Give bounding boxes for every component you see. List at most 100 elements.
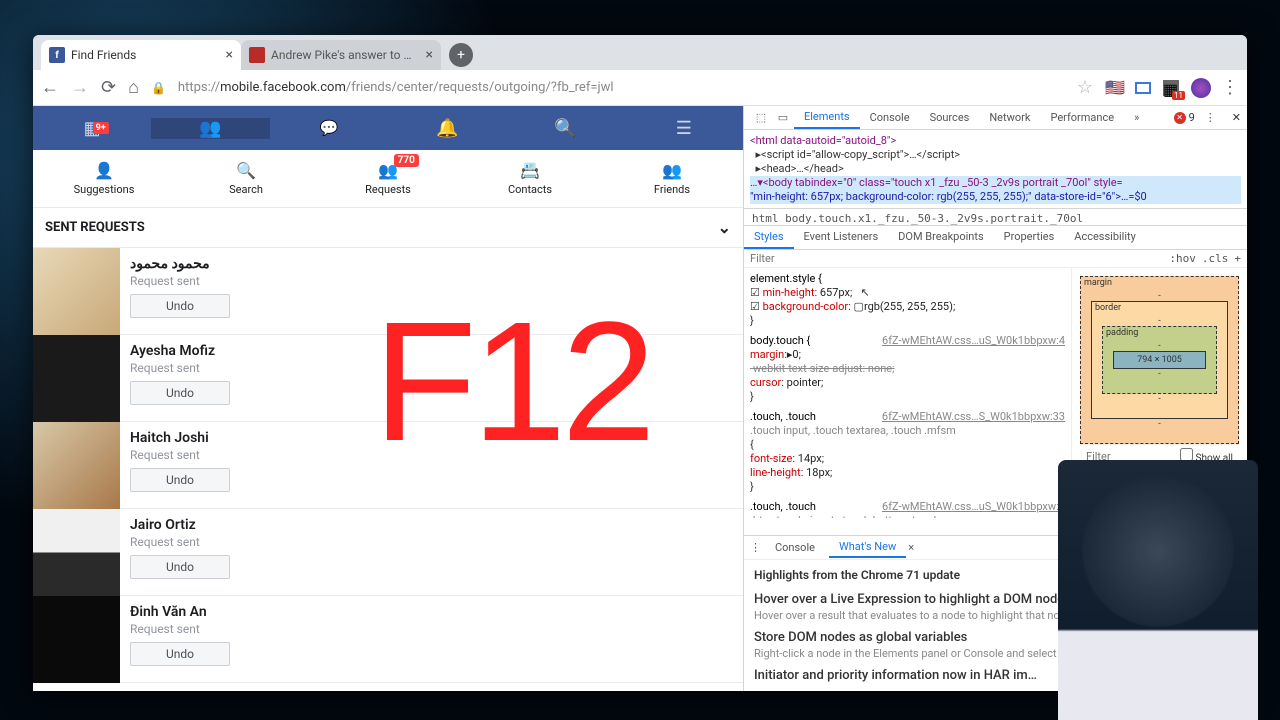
drawer-tab-console[interactable]: Console xyxy=(765,538,825,557)
search-icon: 🔍 xyxy=(554,118,576,139)
flag-extension-icon[interactable]: 🇺🇸 xyxy=(1105,78,1125,98)
tab-properties[interactable]: Properties xyxy=(994,226,1065,249)
back-button[interactable]: ← xyxy=(41,77,59,98)
subnav-search[interactable]: 🔍Search xyxy=(175,150,317,207)
facebook-favicon-icon: f xyxy=(49,47,65,63)
tab-elements[interactable]: Elements xyxy=(794,106,860,129)
drawer-tab-whats-new[interactable]: What's New xyxy=(829,537,906,558)
close-devtools-icon[interactable]: ✕ xyxy=(1232,111,1241,124)
tab-styles[interactable]: Styles xyxy=(744,226,794,249)
tab-find-friends[interactable]: f Find Friends × xyxy=(41,40,241,70)
page-viewport: ▦ 9+ 👥 💬 🔔 🔍 ☰ 👤Suggestions 🔍Search 👥770… xyxy=(33,106,743,691)
request-row: Đinh Văn An Request sent Undo xyxy=(33,596,743,683)
feed-badge: 9+ xyxy=(93,122,109,134)
subnav-suggestions[interactable]: 👤Suggestions xyxy=(33,150,175,207)
fb-search-button[interactable]: 🔍 xyxy=(506,118,624,139)
friend-name[interactable]: Jairo Ortiz xyxy=(130,517,230,533)
status-text: Request sent xyxy=(130,622,230,636)
tab-event-listeners[interactable]: Event Listeners xyxy=(794,226,889,249)
lock-icon[interactable]: 🔒 xyxy=(151,81,166,95)
subnav-friends[interactable]: 👥Friends xyxy=(601,150,743,207)
breadcrumb[interactable]: html body.touch.x1._fzu._50-3._2v9s.port… xyxy=(744,209,1247,226)
devtools-toolbar: ⬚ ▭ Elements Console Sources Network Per… xyxy=(744,106,1247,130)
selected-node[interactable]: …▾<body tabindex="0" class="touch x1 _fz… xyxy=(750,176,1241,204)
friends-icon: 👥 xyxy=(199,118,221,139)
tab-console[interactable]: Console xyxy=(860,107,920,128)
device-mode-icon[interactable]: ▭ xyxy=(772,111,794,124)
dom-tree[interactable]: <html data-autoid="autoid_8"> ▸<script i… xyxy=(744,130,1247,209)
friend-name[interactable]: Haitch Joshi xyxy=(130,430,230,446)
request-row: Ayesha Mofiz Request sent Undo xyxy=(33,335,743,422)
undo-button[interactable]: Undo xyxy=(130,555,230,579)
error-indicator[interactable]: ✕9 xyxy=(1174,111,1195,124)
element-picker-icon[interactable]: ⬚ xyxy=(750,111,772,124)
bookmark-star-icon[interactable]: ☆ xyxy=(1077,77,1093,98)
chrome-menu-icon[interactable]: ⋮ xyxy=(1221,77,1239,98)
tab-sources[interactable]: Sources xyxy=(920,107,980,128)
avatar[interactable] xyxy=(33,248,120,335)
fb-feed-button[interactable]: ▦ 9+ xyxy=(33,118,151,139)
request-row: Jairo Ortiz Request sent Undo xyxy=(33,509,743,596)
hamburger-icon: ☰ xyxy=(676,118,692,139)
status-text: Request sent xyxy=(130,448,230,462)
webcam-overlay xyxy=(1058,460,1258,720)
sent-requests-header[interactable]: SENT REQUESTS ⌄ xyxy=(33,208,743,248)
subnav-contacts[interactable]: 📇Contacts xyxy=(459,150,601,207)
avatar[interactable] xyxy=(33,422,120,509)
undo-button[interactable]: Undo xyxy=(130,294,230,318)
status-text: Request sent xyxy=(130,274,230,288)
filter-input[interactable] xyxy=(750,252,1163,265)
tab-dom-breakpoints[interactable]: DOM Breakpoints xyxy=(888,226,993,249)
tabs-overflow[interactable]: » xyxy=(1124,107,1149,128)
blocker-extension-icon[interactable]: ▦ 11 xyxy=(1161,78,1181,98)
drawer-menu-icon[interactable]: ⋮ xyxy=(750,541,761,554)
close-tab-icon[interactable]: × xyxy=(426,47,433,63)
messenger-icon: 💬 xyxy=(319,119,338,137)
tab-title: Andrew Pike's answer to How to xyxy=(271,48,420,62)
tab-accessibility[interactable]: Accessibility xyxy=(1064,226,1146,249)
home-button[interactable]: ⌂ xyxy=(128,77,139,98)
forward-button[interactable]: → xyxy=(71,77,89,98)
tab-quora[interactable]: Andrew Pike's answer to How to × xyxy=(241,40,441,70)
fb-notifications-button[interactable]: 🔔 xyxy=(388,118,506,139)
panel-extension-icon[interactable] xyxy=(1135,82,1151,94)
friend-name[interactable]: Đinh Văn An xyxy=(130,604,230,620)
tab-network[interactable]: Network xyxy=(979,107,1040,128)
friend-name[interactable]: Ayesha Mofiz xyxy=(130,343,230,359)
avatar[interactable] xyxy=(33,596,120,683)
friend-name[interactable]: محمود محمود xyxy=(130,256,230,272)
friends-icon: 👥 xyxy=(662,161,682,180)
hov-toggle[interactable]: :hov xyxy=(1169,252,1196,265)
bell-icon: 🔔 xyxy=(436,118,458,139)
status-text: Request sent xyxy=(130,535,230,549)
extension-badge: 11 xyxy=(1172,91,1185,100)
sent-requests-label: SENT REQUESTS xyxy=(45,220,145,235)
avatar[interactable] xyxy=(33,335,120,422)
undo-button[interactable]: Undo xyxy=(130,381,230,405)
profile-avatar-icon[interactable] xyxy=(1191,78,1211,98)
devtools-menu-icon[interactable]: ⋮ xyxy=(1195,107,1226,128)
fb-subnav: 👤Suggestions 🔍Search 👥770Requests 📇Conta… xyxy=(33,150,743,208)
new-rule-icon[interactable]: + xyxy=(1234,252,1241,265)
close-tab-icon[interactable]: × xyxy=(226,47,233,63)
new-tab-button[interactable]: + xyxy=(449,43,473,67)
avatar[interactable] xyxy=(33,509,120,596)
fb-messenger-button[interactable]: 💬 xyxy=(270,119,388,137)
tab-performance[interactable]: Performance xyxy=(1040,107,1124,128)
reload-button[interactable]: ⟳ xyxy=(101,77,116,98)
url-field[interactable]: https://mobile.facebook.com/friends/cent… xyxy=(178,80,1065,95)
undo-button[interactable]: Undo xyxy=(130,642,230,666)
close-tab-icon[interactable]: × xyxy=(908,541,914,554)
contacts-icon: 📇 xyxy=(520,161,540,180)
subnav-requests[interactable]: 👥770Requests xyxy=(317,150,459,207)
requests-badge: 770 xyxy=(394,154,419,167)
css-rules[interactable]: element.style { ☑ min-height: 657px; ↖ ☑… xyxy=(744,268,1072,518)
undo-button[interactable]: Undo xyxy=(130,468,230,492)
status-text: Request sent xyxy=(130,361,230,375)
fb-friends-button[interactable]: 👥 xyxy=(151,118,269,139)
request-row: Haitch Joshi Request sent Undo xyxy=(33,422,743,509)
styles-tabbar: Styles Event Listeners DOM Breakpoints P… xyxy=(744,226,1247,250)
chevron-down-icon: ⌄ xyxy=(718,218,731,237)
cls-toggle[interactable]: .cls xyxy=(1202,252,1229,265)
fb-menu-button[interactable]: ☰ xyxy=(625,118,743,139)
